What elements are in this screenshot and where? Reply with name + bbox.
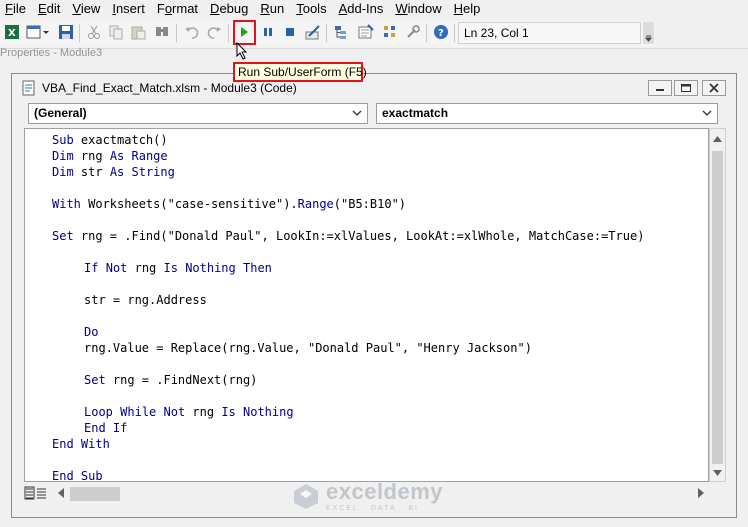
code-line[interactable]: Dim str As String	[52, 165, 175, 179]
svg-text:?: ?	[438, 28, 444, 39]
menu-format[interactable]: Format	[152, 0, 205, 17]
help-icon[interactable]: ?	[431, 22, 451, 42]
exceldemy-watermark: exceldemy EXCEL · DATA · BI	[292, 479, 443, 512]
code-line[interactable]: str = rng.Address	[84, 293, 207, 307]
object-combo[interactable]: (General)	[28, 103, 368, 124]
menu-bar: File Edit View Insert Format Debug Run Tools Add…	[0, 0, 748, 17]
code-line[interactable]: Set rng = .Find("Donald Paul", LookIn:=x…	[52, 229, 644, 243]
scroll-left-icon[interactable]	[54, 484, 68, 502]
redo-icon[interactable]	[204, 22, 224, 42]
menu-tools[interactable]: Tools	[291, 0, 333, 17]
view-toggle-icons[interactable]	[24, 484, 48, 502]
code-line[interactable]: End If	[84, 421, 127, 435]
menu-run[interactable]: Run	[255, 0, 291, 17]
menu-edit[interactable]: Edit	[33, 0, 67, 17]
watermark-tagline: EXCEL · DATA · BI	[326, 505, 419, 512]
menu-file[interactable]: File	[0, 0, 33, 17]
minimize-button[interactable]	[648, 80, 672, 96]
properties-ghost-title: Properties - Module3	[0, 47, 103, 59]
undo-icon[interactable]	[182, 22, 202, 42]
code-line[interactable]: End Sub	[52, 469, 103, 481]
restore-button[interactable]	[674, 80, 698, 96]
procedure-combo-value: exactmatch	[382, 106, 449, 120]
run-tooltip: Run Sub/UserForm (F5)	[233, 62, 367, 82]
scroll-right-icon[interactable]	[694, 484, 708, 502]
paste-icon[interactable]	[128, 22, 148, 42]
save-icon[interactable]	[56, 22, 76, 42]
chevron-down-icon	[702, 110, 712, 116]
procedure-combo[interactable]: exactmatch	[376, 103, 718, 124]
code-window: VBA_Find_Exact_Match.xlsm - Module3 (Cod…	[11, 73, 737, 518]
cut-icon[interactable]	[84, 22, 104, 42]
insert-userform-icon[interactable]	[25, 22, 51, 42]
code-editor[interactable]: Sub exactmatch() Dim rng As Range Dim str …	[24, 128, 709, 482]
code-line[interactable]: Dim rng As Range	[52, 149, 168, 163]
code-window-titlebar: VBA_Find_Exact_Match.xlsm - Module3 (Cod…	[12, 74, 736, 102]
find-icon[interactable]	[152, 22, 172, 42]
menu-debug[interactable]: Debug	[205, 0, 255, 17]
toolbox-icon[interactable]	[403, 22, 423, 42]
close-button[interactable]	[702, 80, 726, 96]
chevron-down-icon	[352, 110, 362, 116]
copy-icon[interactable]	[106, 22, 126, 42]
properties-window-icon[interactable]	[356, 22, 376, 42]
code-line[interactable]: If Not rng Is Nothing Then	[84, 261, 272, 275]
window-title: VBA_Find_Exact_Match.xlsm - Module3 (Cod…	[42, 81, 297, 95]
scroll-up-icon[interactable]	[710, 132, 725, 146]
code-line[interactable]: End With	[52, 437, 110, 451]
design-mode-icon[interactable]	[303, 22, 323, 42]
cursor-position-status: Ln 23, Col 1	[458, 22, 641, 44]
project-explorer-icon[interactable]	[332, 22, 352, 42]
menu-window[interactable]: Window	[390, 0, 448, 17]
code-line[interactable]: Do	[84, 325, 98, 339]
watermark-brand: exceldemy	[326, 479, 444, 504]
mouse-cursor-icon	[236, 42, 248, 60]
vertical-scroll-thumb[interactable]	[712, 151, 723, 464]
code-line[interactable]: rng.Value = Replace(rng.Value, "Donald P…	[84, 341, 532, 355]
code-line[interactable]: Set rng = .FindNext(rng)	[84, 373, 257, 387]
code-line[interactable]: With Worksheets("case-sensitive").Range(…	[52, 197, 406, 211]
exceldemy-logo-icon	[294, 483, 318, 509]
object-browser-icon[interactable]	[380, 22, 400, 42]
scroll-down-icon[interactable]	[710, 466, 725, 480]
menu-help[interactable]: Help	[449, 0, 488, 17]
object-combo-value: (General)	[34, 106, 87, 120]
toolbar-options-grip[interactable]	[643, 22, 654, 44]
code-line[interactable]: Loop While Not rng Is Nothing	[84, 405, 294, 419]
horizontal-scroll-thumb[interactable]	[70, 487, 120, 501]
code-line[interactable]: Sub exactmatch()	[52, 133, 168, 147]
break-button[interactable]	[258, 22, 278, 42]
vertical-scrollbar[interactable]	[709, 128, 726, 482]
view-excel-icon[interactable]: X	[2, 22, 22, 42]
reset-button[interactable]	[280, 22, 300, 42]
svg-text:X: X	[8, 28, 16, 39]
menu-add-ins[interactable]: Add-Ins	[334, 0, 391, 17]
menu-view[interactable]: View	[67, 0, 107, 17]
module-icon	[22, 80, 35, 96]
menu-insert[interactable]: Insert	[107, 0, 152, 17]
